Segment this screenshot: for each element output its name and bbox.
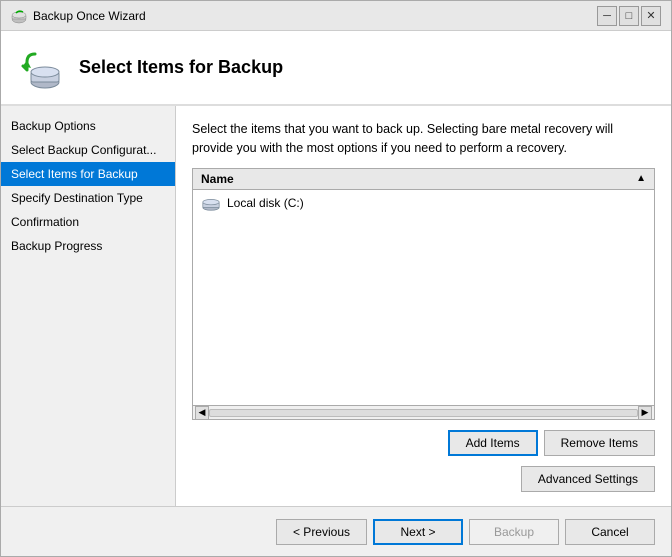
sidebar-item-backup-options[interactable]: Backup Options: [1, 114, 175, 138]
description-text: Select the items that you want to back u…: [192, 120, 655, 158]
minimize-button[interactable]: ─: [597, 6, 617, 26]
advanced-settings-button[interactable]: Advanced Settings: [521, 466, 655, 492]
sidebar-item-select-backup-config[interactable]: Select Backup Configurat...: [1, 138, 175, 162]
name-column-header: Name: [201, 172, 234, 186]
list-item[interactable]: Local disk (C:): [193, 192, 654, 214]
sidebar-item-specify-destination[interactable]: Specify Destination Type: [1, 186, 175, 210]
disk-drive-icon: [201, 195, 221, 211]
sidebar-item-select-items[interactable]: Select Items for Backup: [1, 162, 175, 186]
cancel-button[interactable]: Cancel: [565, 519, 655, 545]
sidebar-item-backup-progress[interactable]: Backup Progress: [1, 234, 175, 258]
page-title: Select Items for Backup: [79, 57, 283, 78]
wizard-window: Backup Once Wizard ─ □ ✕ Select Items fo…: [0, 0, 672, 557]
add-items-button[interactable]: Add Items: [448, 430, 538, 456]
header-icon: [17, 44, 65, 92]
app-icon: [11, 8, 27, 24]
title-bar-controls: ─ □ ✕: [597, 6, 661, 26]
items-panel: Name ▲ Local disk (C:) ◀ ▶: [192, 168, 655, 421]
list-item-label: Local disk (C:): [227, 196, 304, 210]
scrollbar-track[interactable]: [209, 409, 638, 417]
title-bar-title: Backup Once Wizard: [33, 9, 146, 23]
wizard-footer: < Previous Next > Backup Cancel: [1, 506, 671, 556]
wizard-content: Backup OptionsSelect Backup Configurat..…: [1, 106, 671, 506]
scroll-left-button[interactable]: ◀: [195, 406, 209, 420]
horizontal-scrollbar[interactable]: ◀ ▶: [193, 405, 654, 419]
remove-items-button[interactable]: Remove Items: [544, 430, 655, 456]
close-button[interactable]: ✕: [641, 6, 661, 26]
scroll-right-button[interactable]: ▶: [638, 406, 652, 420]
sidebar-item-confirmation[interactable]: Confirmation: [1, 210, 175, 234]
wizard-header: Select Items for Backup: [1, 31, 671, 106]
next-button[interactable]: Next >: [373, 519, 463, 545]
previous-button[interactable]: < Previous: [276, 519, 367, 545]
title-bar-left: Backup Once Wizard: [11, 8, 146, 24]
main-panel: Select the items that you want to back u…: [176, 106, 671, 506]
sort-icon[interactable]: ▲: [636, 173, 646, 184]
items-list: Local disk (C:): [193, 190, 654, 406]
advanced-row: Advanced Settings: [192, 466, 655, 492]
sidebar: Backup OptionsSelect Backup Configurat..…: [1, 106, 176, 506]
maximize-button[interactable]: □: [619, 6, 639, 26]
title-bar: Backup Once Wizard ─ □ ✕: [1, 1, 671, 31]
backup-button[interactable]: Backup: [469, 519, 559, 545]
items-buttons-row: Add Items Remove Items: [192, 430, 655, 456]
items-list-header: Name ▲: [193, 169, 654, 190]
